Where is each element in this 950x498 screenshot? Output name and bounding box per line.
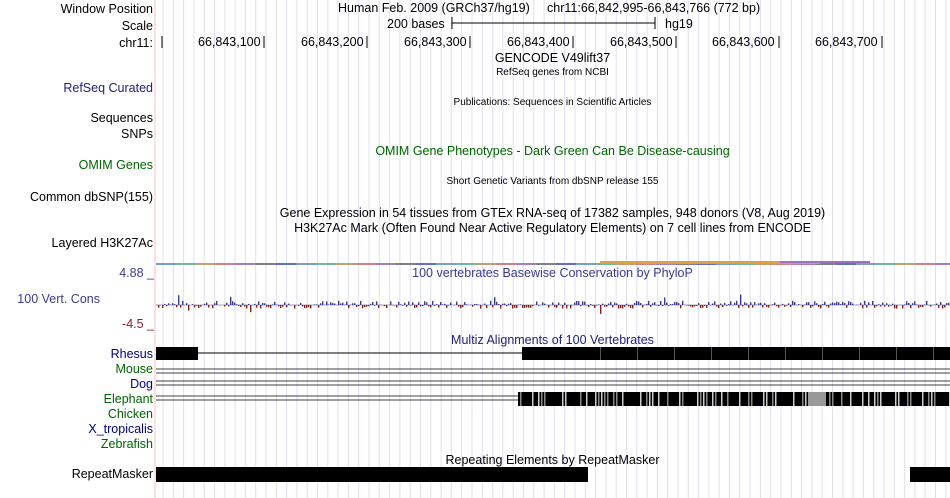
species-label-chicken[interactable]: Chicken (108, 407, 153, 421)
position-text[interactable]: chr11:66,842,995-66,843,766 (772 bp) (547, 1, 760, 15)
ruler-tick-label: 66,843,300 (404, 35, 467, 49)
window-position-label: Window Position (60, 2, 153, 16)
refseq-curated-label[interactable]: RefSeq Curated (63, 81, 153, 95)
snps-label[interactable]: SNPs (121, 127, 153, 141)
omim-genes-label[interactable]: OMIM Genes (79, 158, 153, 172)
species-label-dog[interactable]: Dog (130, 377, 153, 391)
species-label-elephant[interactable]: Elephant (104, 392, 153, 406)
species-label-x-tropicalis[interactable]: X_tropicalis (88, 422, 153, 436)
scale-text: 200 bases (387, 17, 445, 31)
layered-h3k27ac-label[interactable]: Layered H3K27Ac (52, 236, 153, 250)
ruler-tick-label: 66,843,500 (610, 35, 673, 49)
phylop-track-title[interactable]: 100 vertebrates Basewise Conservation by… (155, 266, 950, 280)
assembly-text: Human Feb. 2009 (GRCh37/hg19) (338, 1, 530, 15)
repeatmasker-track-title[interactable]: Repeating Elements by RepeatMasker (155, 453, 950, 467)
scale-label: Scale (121, 19, 153, 33)
db-text: hg19 (665, 17, 693, 31)
ruler-tick-label: 66,843,400 (507, 35, 570, 49)
ruler-tick-label: 66,843,100 (198, 35, 261, 49)
dbsnp-track-title[interactable]: Short Genetic Variants from dbSNP releas… (155, 176, 950, 187)
multiz-track-title[interactable]: Multiz Alignments of 100 Vertebrates (155, 333, 950, 347)
refseq-track-subtitle[interactable]: RefSeq genes from NCBI (155, 67, 950, 78)
ruler-tick-label: 66,843,600 (712, 35, 775, 49)
100-vert-cons-label[interactable]: 100 Vert. Cons (17, 292, 100, 306)
phylop-min-label: -4.5 _ (122, 317, 154, 331)
ruler-tick-label: 66,843,200 (301, 35, 364, 49)
publications-track-title[interactable]: Publications: Sequences in Scientific Ar… (155, 97, 950, 108)
gencode-track-title[interactable]: GENCODE V49lift37 (155, 51, 950, 65)
gtex-track-title[interactable]: Gene Expression in 54 tissues from GTEx … (155, 206, 950, 220)
species-label-mouse[interactable]: Mouse (115, 362, 153, 376)
common-dbsnp-label[interactable]: Common dbSNP(155) (30, 190, 153, 204)
species-label-zebrafish[interactable]: Zebrafish (101, 437, 153, 451)
repeatmasker-label[interactable]: RepeatMasker (72, 467, 153, 481)
ruler-tick-label: 66,843,700 (815, 35, 878, 49)
sequences-label[interactable]: Sequences (90, 111, 153, 125)
species-label-rhesus[interactable]: Rhesus (111, 347, 153, 361)
omim-track-title[interactable]: OMIM Gene Phenotypes - Dark Green Can Be… (155, 144, 950, 158)
chrom-label: chr11: (119, 36, 153, 50)
h3k27ac-track-title[interactable]: H3K27Ac Mark (Often Found Near Active Re… (155, 221, 950, 235)
phylop-max-label: 4.88 _ (119, 266, 154, 280)
